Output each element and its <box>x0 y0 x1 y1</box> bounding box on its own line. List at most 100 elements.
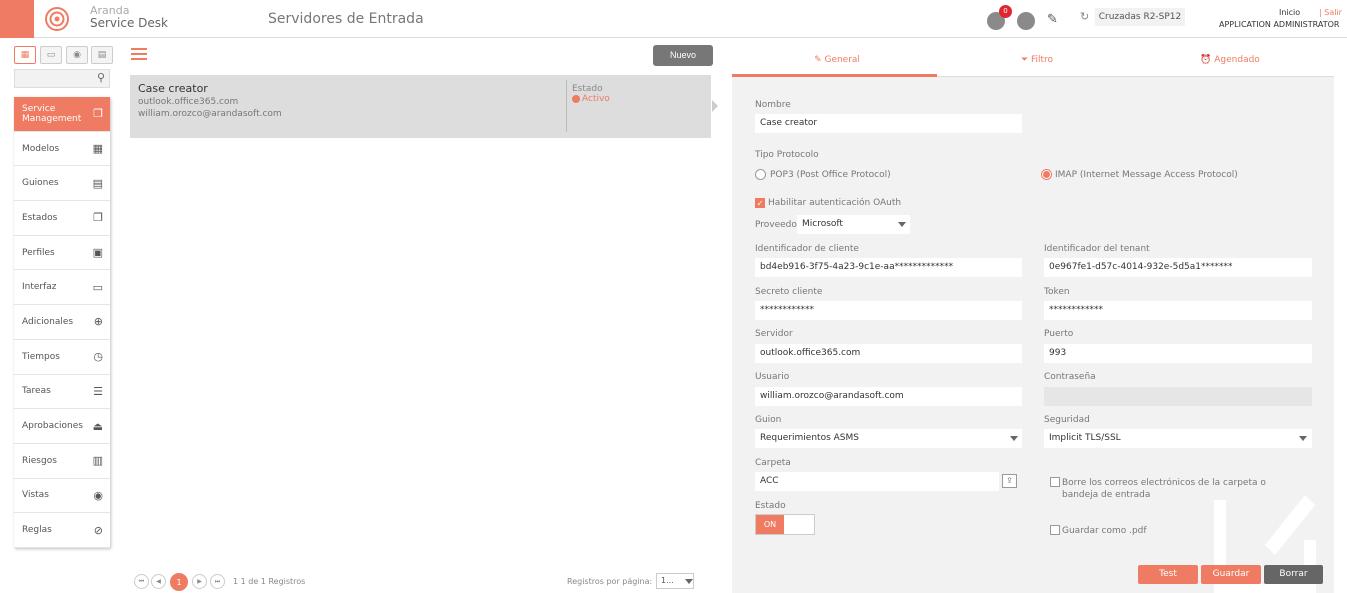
tab-agendado[interactable]: ⏰ Agendado <box>1130 44 1330 77</box>
sidebar-item-label: Adicionales <box>22 316 74 327</box>
guion-select[interactable]: Requerimientos ASMS <box>755 429 1022 448</box>
tenant-input[interactable]: 0e967fe1-d57c-4014-932e-5d5a1******* <box>1044 258 1312 277</box>
servidor-label: Servidor <box>755 329 793 339</box>
sidebar-item-aprobaciones[interactable]: Aprobaciones ⏏ <box>14 409 110 444</box>
brand-bottom: Service Desk <box>90 16 168 30</box>
nuevo-button[interactable]: Nuevo <box>653 45 713 66</box>
imap-label: IMAP (Internet Message Access Protocol) <box>1055 170 1238 180</box>
puerto-input[interactable]: 993 <box>1044 344 1312 363</box>
puerto-label: Puerto <box>1044 329 1074 339</box>
barrier-icon: ▥ <box>92 454 103 468</box>
card-estado-value: Activo <box>582 94 610 104</box>
tab-filtro[interactable]: ⏷ Filtro <box>937 44 1137 77</box>
sidebar-item-label: Guiones <box>22 178 59 189</box>
sidebar-item-riesgos[interactable]: Riesgos ▥ <box>14 443 110 479</box>
filter-icon: ⏷ <box>1020 55 1031 65</box>
test-button[interactable]: Test <box>1138 565 1198 584</box>
sidebar-item-tiempos[interactable]: Tiempos ◷ <box>14 339 110 375</box>
aranda-logo-icon <box>45 7 69 31</box>
cliente-input[interactable]: bd4eb916-3f75-4a23-9c1e-aa************* <box>755 258 1022 277</box>
status-dot-icon <box>572 95 580 103</box>
inicio-link[interactable]: Inicio <box>1279 8 1300 17</box>
nombre-label: Nombre <box>755 100 791 110</box>
edit-icon: ✎ <box>814 55 825 65</box>
copy-icon: ❐ <box>93 211 103 225</box>
borrar-correos-label: Borre los correos electrónicos de la car… <box>1062 478 1266 500</box>
sidebar-item-service-management[interactable]: Service Management ❐ <box>14 97 110 132</box>
estado-toggle[interactable]: ON <box>755 514 815 535</box>
borrar-button[interactable]: Borrar <box>1264 565 1323 584</box>
password-input[interactable] <box>1044 387 1312 406</box>
printer-view-icon[interactable]: ▤ <box>91 46 113 64</box>
carpeta-input[interactable]: ACC <box>755 472 999 491</box>
token-input[interactable]: ************ <box>1044 301 1312 320</box>
eye-icon: ◉ <box>93 488 103 502</box>
usuario-input[interactable]: william.orozco@arandasoft.com <box>755 387 1022 406</box>
sidebar-item-reglas[interactable]: Reglas ⊘ <box>14 513 110 548</box>
salir-link[interactable]: | Salir <box>1319 8 1342 17</box>
cliente-label: Identificador de cliente <box>755 244 859 254</box>
seguridad-value: Implicit TLS/SSL <box>1049 433 1121 443</box>
menu-toggle[interactable] <box>0 0 34 38</box>
user-view-icon[interactable]: ◉ <box>66 46 88 64</box>
refresh-icon[interactable]: ↻ <box>1080 10 1089 23</box>
sidebar-item-modelos[interactable]: Modelos ▦ <box>14 131 110 167</box>
bell-icon[interactable] <box>1017 12 1035 30</box>
borrar-correos-checkbox[interactable] <box>1050 477 1060 487</box>
sidebar-item-label: Riesgos <box>22 455 57 466</box>
sidebar-item-label: Perfiles <box>22 247 55 258</box>
secreto-input[interactable]: ************ <box>755 301 1022 320</box>
per-page-caret-icon <box>685 579 693 584</box>
estado-label: Estado <box>755 501 786 511</box>
sidebar-item-guiones[interactable]: Guiones ▤ <box>14 166 110 202</box>
sidebar-item-tareas[interactable]: Tareas ☰ <box>14 374 110 410</box>
nombre-input[interactable]: Case creator <box>755 114 1022 133</box>
sidebar-item-label: Tiempos <box>22 351 60 362</box>
prev-page-button[interactable]: ◀ <box>151 574 166 589</box>
next-page-button[interactable]: ▶ <box>192 574 207 589</box>
sidebar-item-vistas[interactable]: Vistas ◉ <box>14 478 110 514</box>
sidebar-item-label: Estados <box>22 212 58 223</box>
sidebar-item-estados[interactable]: Estados ❐ <box>14 201 110 236</box>
proveedor-select[interactable]: Microsoft <box>797 215 910 234</box>
grid-view-icon[interactable]: ▦ <box>14 46 36 64</box>
magic-wand-icon[interactable]: ✎ <box>1047 12 1058 27</box>
monitor-icon: ▭ <box>92 280 103 294</box>
per-page-value: 1... <box>661 576 674 585</box>
toggle-on-label: ON <box>756 515 784 534</box>
sidebar-search-input[interactable] <box>14 69 110 88</box>
sidebar-item-adicionales[interactable]: Adicionales ⊕ <box>14 305 110 340</box>
tab-general[interactable]: ✎ General <box>737 44 937 77</box>
page-title: Servidores de Entrada <box>268 11 424 27</box>
servidor-input[interactable]: outlook.office365.com <box>755 344 1022 363</box>
seguridad-select[interactable]: Implicit TLS/SSL <box>1044 429 1312 448</box>
search-icon[interactable]: ⚲ <box>97 71 105 84</box>
guardar-button[interactable]: Guardar <box>1201 565 1261 584</box>
imap-radio[interactable] <box>1041 169 1052 180</box>
tasks-icon: ☰ <box>93 384 103 398</box>
sidebar-item-perfiles[interactable]: Perfiles ▣ <box>14 235 110 271</box>
desktop-view-icon[interactable]: ▭ <box>40 46 62 64</box>
sidebar-item-label: Aprobaciones <box>22 421 83 432</box>
profile-icon: ▣ <box>92 246 103 260</box>
pdf-checkbox[interactable] <box>1050 525 1060 535</box>
guion-caret-icon <box>1010 436 1018 441</box>
pop3-radio[interactable] <box>755 169 766 180</box>
sidebar-item-label: Interfaz <box>22 282 57 293</box>
oauth-checkbox[interactable]: ✓ <box>755 198 765 208</box>
tab-agendado-label: Agendado <box>1214 55 1260 65</box>
layers-icon: ❐ <box>93 107 103 121</box>
proveedor-value: Microsoft <box>802 219 843 229</box>
folder-browse-icon[interactable]: ⇪ <box>1002 474 1017 488</box>
last-page-button[interactable]: ⏭ <box>210 574 225 589</box>
first-page-button[interactable]: ⏮ <box>134 574 149 589</box>
pagination-summary: 1 1 de 1 Registros <box>233 577 306 586</box>
card-estado-label: Estado <box>572 84 603 94</box>
pop3-label: POP3 (Post Office Protocol) <box>770 170 891 180</box>
card-user: william.orozco@arandasoft.com <box>138 109 282 119</box>
sidebar-item-interfaz[interactable]: Interfaz ▭ <box>14 270 110 306</box>
hamburger-icon[interactable] <box>131 48 147 63</box>
current-page-button[interactable]: 1 <box>170 573 188 591</box>
guion-value: Requerimientos ASMS <box>760 433 859 443</box>
tab-general-label: General <box>824 55 860 65</box>
